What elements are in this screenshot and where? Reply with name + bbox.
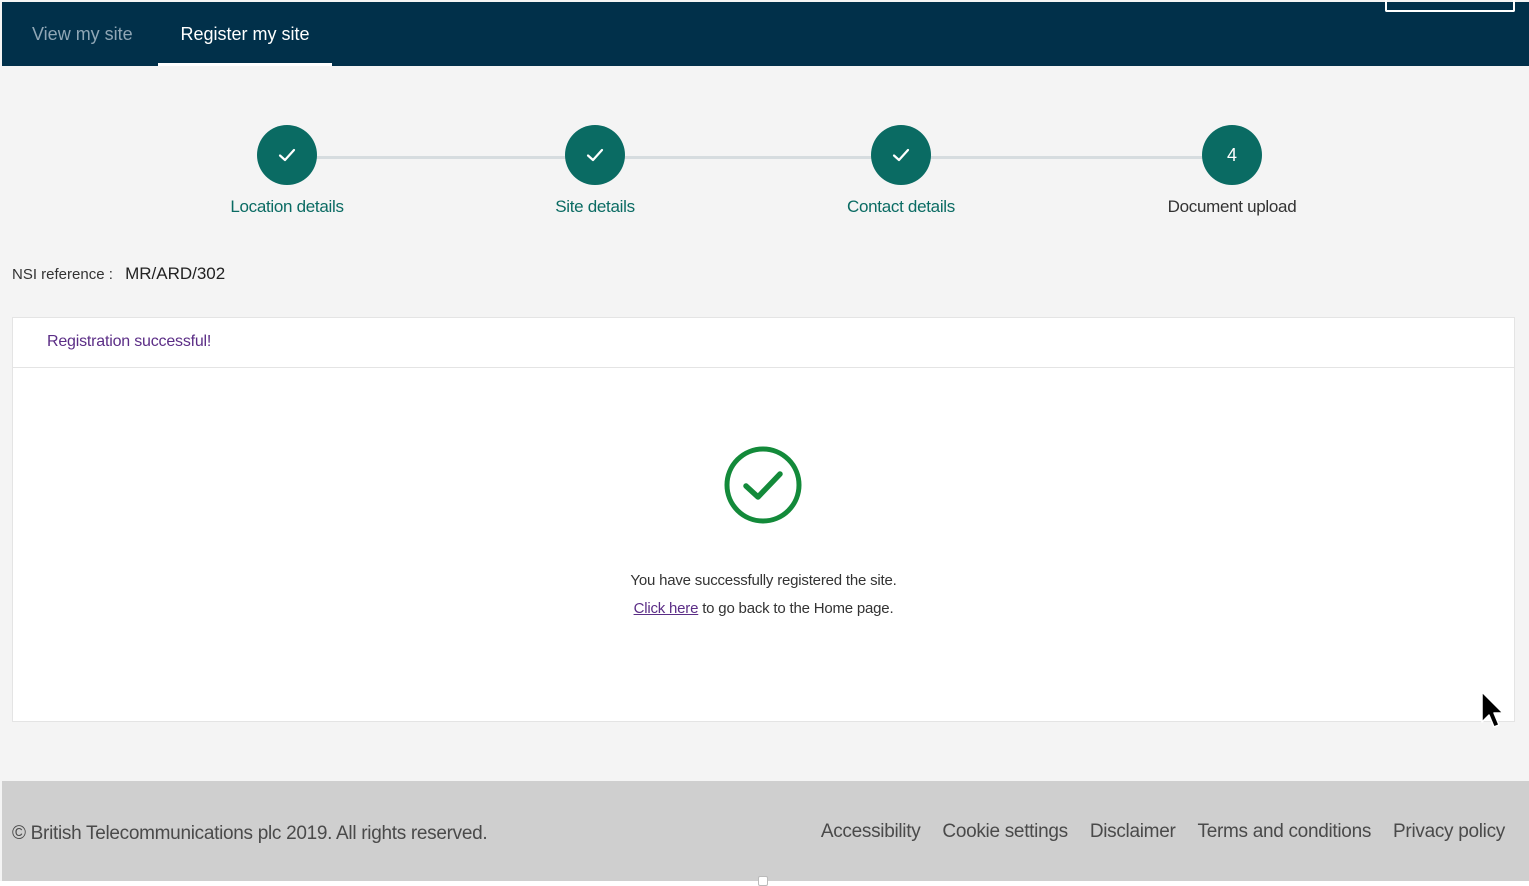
step-circle bbox=[257, 125, 317, 185]
header-action-button[interactable] bbox=[1385, 0, 1515, 12]
nsi-reference: NSI reference : MR/ARD/302 bbox=[12, 264, 225, 284]
tab-label: Register my site bbox=[180, 24, 310, 44]
step-site-details[interactable]: Site details bbox=[475, 125, 715, 217]
step-document-upload[interactable]: 4 Document upload bbox=[1112, 125, 1352, 217]
check-icon bbox=[586, 148, 604, 162]
footer-links: Accessibility Cookie settings Disclaimer… bbox=[821, 821, 1505, 843]
success-text: You have successfully registered the sit… bbox=[630, 572, 897, 589]
tab-label: View my site bbox=[32, 24, 133, 44]
step-label: Document upload bbox=[1167, 197, 1297, 216]
footer-link-accessibility[interactable]: Accessibility bbox=[821, 821, 921, 843]
footer: © British Telecommunications plc 2019. A… bbox=[2, 781, 1529, 881]
step-label: Contact details bbox=[847, 197, 955, 216]
check-icon bbox=[892, 148, 910, 162]
tab-view-my-site[interactable]: View my site bbox=[32, 2, 133, 66]
step-number: 4 bbox=[1226, 144, 1237, 165]
footer-link-cookie-settings[interactable]: Cookie settings bbox=[942, 821, 1068, 843]
step-label: Location details bbox=[230, 197, 344, 216]
progress-stepper: Location details Site details Contact de… bbox=[0, 100, 1529, 240]
step-circle bbox=[871, 125, 931, 185]
top-nav: View my site Register my site bbox=[2, 0, 1529, 66]
footer-copyright: © British Telecommunications plc 2019. A… bbox=[12, 823, 488, 844]
mouse-pointer-icon bbox=[1481, 691, 1504, 728]
home-link[interactable]: Click here bbox=[634, 600, 699, 617]
home-link-line: Click here to go back to the Home page. bbox=[13, 595, 1514, 623]
step-label: Site details bbox=[555, 197, 635, 216]
tab-register-my-site[interactable]: Register my site bbox=[158, 2, 332, 66]
footer-link-terms[interactable]: Terms and conditions bbox=[1198, 821, 1372, 843]
nsi-reference-value: MR/ARD/302 bbox=[125, 264, 226, 283]
step-location-details[interactable]: Location details bbox=[167, 125, 407, 217]
step-circle bbox=[565, 125, 625, 185]
footer-link-privacy[interactable]: Privacy policy bbox=[1393, 821, 1505, 843]
registration-panel: Registration successful! You have succes… bbox=[12, 317, 1515, 722]
panel-title: Registration successful! bbox=[13, 318, 1514, 368]
nsi-reference-label: NSI reference : bbox=[12, 266, 113, 283]
step-circle: 4 bbox=[1202, 125, 1262, 185]
check-icon bbox=[278, 148, 296, 162]
page: View my site Register my site Location d… bbox=[0, 0, 1529, 886]
success-message: You have successfully registered the sit… bbox=[13, 567, 1514, 623]
scroll-handle[interactable] bbox=[758, 876, 768, 886]
home-link-suffix: to go back to the Home page. bbox=[702, 600, 894, 617]
footer-link-disclaimer[interactable]: Disclaimer bbox=[1090, 821, 1176, 843]
active-tab-indicator bbox=[158, 63, 332, 66]
step-contact-details[interactable]: Contact details bbox=[781, 125, 1021, 217]
success-check-circle-icon bbox=[724, 446, 802, 524]
